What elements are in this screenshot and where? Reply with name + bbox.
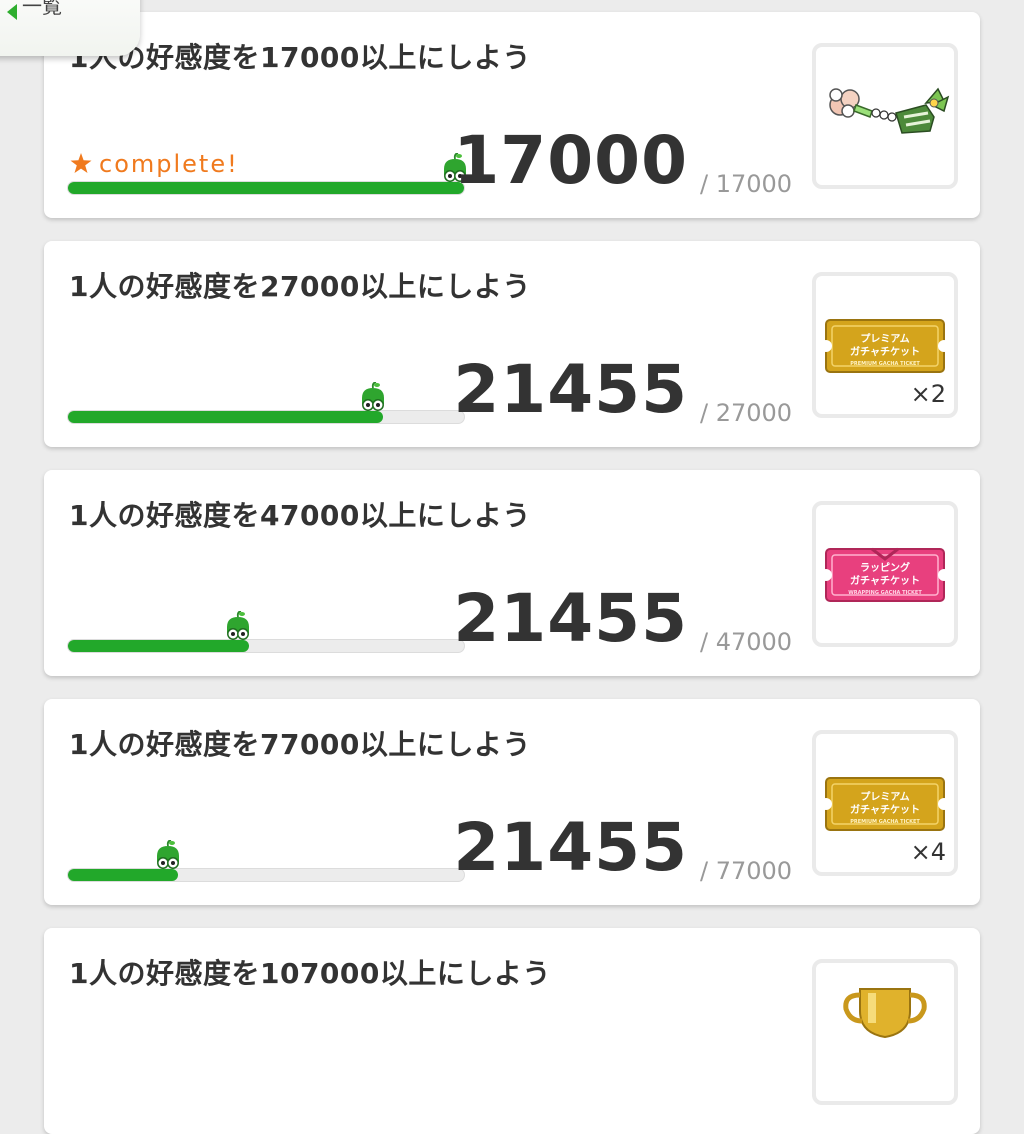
ticket-line2: ガチャチケット	[850, 803, 920, 816]
mission-card: 1人の好感度を17000以上にしよう complete! 17000 / 170…	[44, 12, 980, 218]
mission-card: 1人の好感度を27000以上にしよう 21455 / 27000 プレミアム ガ…	[44, 241, 980, 447]
star-burst-icon	[70, 153, 92, 173]
back-to-list-button[interactable]: 一覧	[0, 0, 140, 56]
mission-card: 1人の好感度を77000以上にしよう 21455 / 77000 プレミアム ガ…	[44, 699, 980, 905]
wrapping-ticket-icon: ラッピング ガチャチケット WRAPPING GACHA TICKET	[820, 547, 950, 602]
ticket-line2: ガチャチケット	[850, 345, 920, 358]
target-affinity: / 47000	[700, 628, 793, 656]
mission-title: 1人の好感度を27000以上にしよう	[69, 270, 531, 303]
mission-title: 1人の好感度を107000以上にしよう	[69, 957, 551, 990]
complete-label: complete!	[99, 150, 239, 178]
mascot-marker-icon	[227, 611, 250, 640]
progress-bar	[67, 410, 465, 424]
progress-fill	[68, 411, 383, 423]
current-affinity: 21455	[453, 351, 688, 428]
target-affinity: / 17000	[700, 170, 793, 198]
complete-badge: complete!	[69, 150, 239, 178]
trophy-icon	[843, 988, 927, 1039]
ticket-line1: プレミアム	[860, 790, 909, 803]
reward-quantity: ×2	[910, 380, 946, 408]
target-affinity: / 77000	[700, 857, 793, 885]
progress-bar	[67, 639, 465, 653]
ticket-line3: WRAPPING GACHA TICKET	[848, 590, 922, 596]
reward-slot[interactable]: プレミアム ガチャチケット PREMIUM GACHA TICKET ×2	[812, 272, 958, 418]
mascot-marker-icon	[362, 382, 385, 411]
flower-staff-icon	[829, 87, 950, 134]
progress-fill	[68, 640, 249, 652]
progress-fill	[68, 182, 464, 194]
progress-bar	[67, 868, 465, 882]
reward-slot[interactable]	[812, 43, 958, 189]
current-affinity: 17000	[453, 122, 688, 199]
target-affinity: / 27000	[700, 399, 793, 427]
current-affinity: 21455	[453, 580, 688, 657]
progress-fill	[68, 869, 179, 881]
progress-bar	[67, 181, 465, 195]
current-affinity: 21455	[453, 809, 688, 886]
mission-title: 1人の好感度を47000以上にしよう	[69, 499, 531, 532]
reward-slot[interactable]	[812, 959, 958, 1105]
ticket-line3: PREMIUM GACHA TICKET	[850, 361, 920, 367]
back-label: 一覧	[22, 0, 62, 18]
mascot-marker-icon	[157, 840, 180, 869]
reward-slot[interactable]: ラッピング ガチャチケット WRAPPING GACHA TICKET	[812, 501, 958, 647]
ticket-line1: ラッピング	[860, 561, 910, 574]
ticket-line3: PREMIUM GACHA TICKET	[850, 819, 920, 825]
reward-slot[interactable]: プレミアム ガチャチケット PREMIUM GACHA TICKET ×4	[812, 730, 958, 876]
ticket-line1: プレミアム	[860, 332, 909, 345]
reward-quantity: ×4	[910, 838, 946, 866]
mission-card: 1人の好感度を47000以上にしよう 21455 / 47000 ラッピング ガ…	[44, 470, 980, 676]
mission-title: 1人の好感度を77000以上にしよう	[69, 728, 531, 761]
mission-card: 1人の好感度を107000以上にしよう	[44, 928, 980, 1134]
ticket-line2: ガチャチケット	[850, 574, 920, 587]
back-arrow-icon	[7, 4, 17, 20]
